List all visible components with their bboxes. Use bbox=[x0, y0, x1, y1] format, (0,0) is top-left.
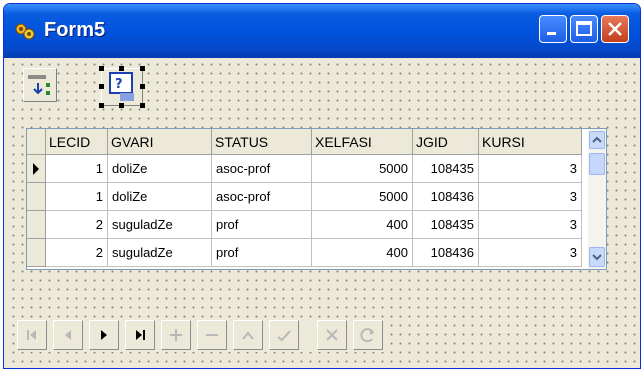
selection-handle[interactable] bbox=[99, 84, 104, 89]
prior-record-icon bbox=[65, 330, 71, 340]
grid-cell[interactable]: 108436 bbox=[413, 239, 479, 267]
grid-cell[interactable]: 108436 bbox=[413, 183, 479, 211]
next-record-icon bbox=[101, 330, 107, 340]
datasource-component[interactable]: ? bbox=[101, 68, 143, 106]
scroll-down-button[interactable] bbox=[589, 247, 605, 267]
grid-cell[interactable]: doliZe bbox=[108, 183, 212, 211]
data-grid[interactable]: LECID GVARI STATUS XELFASI JGID KURSI 1 … bbox=[26, 128, 607, 270]
current-row-arrow-icon bbox=[33, 163, 39, 175]
table-component[interactable] bbox=[23, 68, 57, 102]
nav-post-button[interactable] bbox=[269, 320, 299, 350]
close-button[interactable] bbox=[601, 15, 629, 43]
grid-cell[interactable]: 2 bbox=[46, 239, 108, 267]
selection-handle[interactable] bbox=[140, 66, 145, 71]
maximize-icon bbox=[576, 21, 592, 36]
nav-last-button[interactable] bbox=[125, 320, 155, 350]
table-component-icon bbox=[28, 75, 50, 95]
nav-next-button[interactable] bbox=[89, 320, 119, 350]
chevron-down-icon bbox=[592, 254, 602, 261]
grid-cell[interactable]: 2 bbox=[46, 211, 108, 239]
db-navigator bbox=[17, 318, 389, 352]
grid-cell[interactable]: 1 bbox=[46, 183, 108, 211]
minimize-button[interactable] bbox=[539, 15, 567, 43]
header-indicator-corner bbox=[27, 129, 46, 155]
grid-cell[interactable]: 400 bbox=[312, 239, 413, 267]
grid-cell[interactable]: 5000 bbox=[312, 155, 413, 183]
window-title: Form5 bbox=[44, 19, 106, 41]
grid-cell[interactable]: prof bbox=[212, 239, 312, 267]
edit-record-icon bbox=[242, 331, 254, 340]
grid-cell[interactable]: 1 bbox=[46, 155, 108, 183]
column-header[interactable]: STATUS bbox=[212, 129, 312, 155]
scroll-thumb[interactable] bbox=[589, 153, 605, 175]
last-record-icon bbox=[136, 330, 145, 340]
refresh-icon bbox=[360, 328, 374, 343]
row-indicator[interactable] bbox=[27, 183, 46, 211]
svg-text:?: ? bbox=[115, 77, 123, 92]
row-indicator[interactable] bbox=[27, 239, 46, 267]
minimize-icon bbox=[547, 32, 556, 35]
datasource-component-icon: ? bbox=[109, 72, 134, 101]
row-indicator[interactable] bbox=[27, 211, 46, 239]
first-record-icon bbox=[27, 330, 36, 340]
cancel-x-icon bbox=[326, 329, 338, 341]
grid-cell[interactable]: asoc-prof bbox=[212, 183, 312, 211]
column-header[interactable]: JGID bbox=[413, 129, 479, 155]
post-check-icon bbox=[277, 330, 291, 342]
nav-insert-button[interactable] bbox=[161, 320, 191, 350]
chevron-up-icon bbox=[592, 136, 602, 143]
nav-edit-button[interactable] bbox=[233, 320, 263, 350]
grid-cell[interactable]: doliZe bbox=[108, 155, 212, 183]
grid-cell[interactable]: 5000 bbox=[312, 183, 413, 211]
selection-handle[interactable] bbox=[119, 66, 124, 71]
column-header[interactable]: LECID bbox=[46, 129, 108, 155]
grid-cell[interactable]: 3 bbox=[479, 239, 582, 267]
grid-cell[interactable]: 108435 bbox=[413, 211, 479, 239]
selection-handle[interactable] bbox=[99, 103, 104, 108]
grid-cell[interactable]: 400 bbox=[312, 211, 413, 239]
maximize-button[interactable] bbox=[570, 15, 598, 43]
form-client-area: ? LECID GVARI STATUS XELFASI JGID KURSI … bbox=[7, 58, 637, 367]
nav-refresh-button[interactable] bbox=[353, 320, 383, 350]
grid-cell[interactable]: asoc-prof bbox=[212, 155, 312, 183]
vertical-scrollbar[interactable] bbox=[588, 129, 606, 269]
selection-handle[interactable] bbox=[119, 103, 124, 108]
nav-cancel-button[interactable] bbox=[317, 320, 347, 350]
close-icon bbox=[608, 22, 622, 36]
grid-cell[interactable]: prof bbox=[212, 211, 312, 239]
grid-cell[interactable]: suguladZe bbox=[108, 211, 212, 239]
selection-handle[interactable] bbox=[140, 103, 145, 108]
form-window: Form5 ? LECID GVARI STATUS XELFASI JGID … bbox=[3, 3, 641, 369]
column-header[interactable]: KURSI bbox=[479, 129, 582, 155]
title-bar[interactable]: Form5 bbox=[4, 4, 640, 58]
grid-cell[interactable]: 3 bbox=[479, 155, 582, 183]
column-header[interactable]: GVARI bbox=[108, 129, 212, 155]
grid-cell[interactable]: 3 bbox=[479, 183, 582, 211]
nav-delete-button[interactable] bbox=[197, 320, 227, 350]
nav-first-button[interactable] bbox=[17, 320, 47, 350]
scroll-up-button[interactable] bbox=[589, 131, 605, 149]
grid-cell[interactable]: 3 bbox=[479, 211, 582, 239]
selection-handle[interactable] bbox=[140, 84, 145, 89]
grid-cell[interactable]: 108435 bbox=[413, 155, 479, 183]
insert-record-icon bbox=[170, 329, 182, 341]
selection-handle[interactable] bbox=[99, 66, 104, 71]
row-indicator[interactable] bbox=[27, 155, 46, 183]
grid-cell[interactable]: suguladZe bbox=[108, 239, 212, 267]
nav-prior-button[interactable] bbox=[53, 320, 83, 350]
delete-record-icon bbox=[206, 334, 218, 336]
app-icon bbox=[15, 23, 35, 40]
column-header[interactable]: XELFASI bbox=[312, 129, 413, 155]
